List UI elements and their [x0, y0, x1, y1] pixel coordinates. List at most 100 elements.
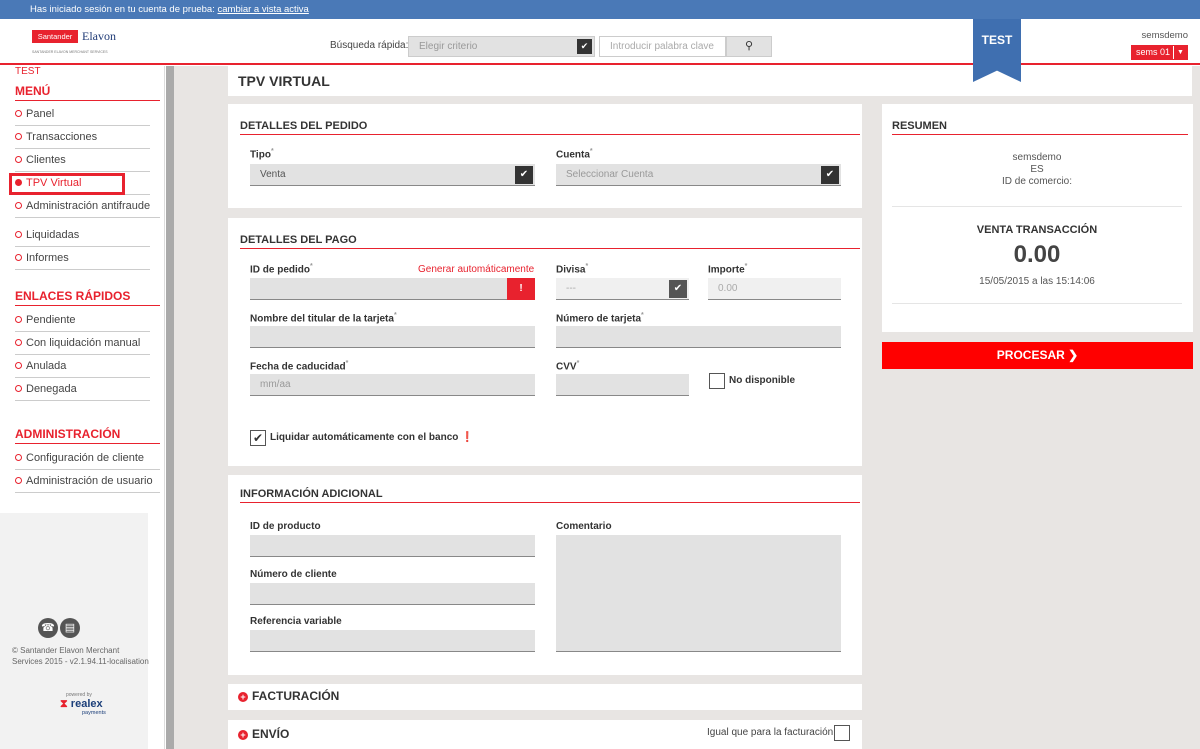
amount-input[interactable]: 0.00	[708, 278, 841, 300]
summary-transaction-type: VENTA TRANSACCIÓN	[976, 224, 1098, 236]
circle-icon	[15, 339, 22, 346]
summary-divider	[892, 303, 1182, 304]
amount-label: Importe*	[708, 263, 748, 276]
circle-icon	[15, 202, 22, 209]
circle-icon	[15, 316, 22, 323]
billing-toggle[interactable]: + FACTURACIÓN	[238, 689, 339, 703]
sidebar-item-clients[interactable]: Clientes	[15, 150, 150, 172]
comment-textarea[interactable]	[556, 535, 841, 652]
quick-links-heading: ENLACES RÁPIDOS	[15, 289, 160, 306]
cvv-not-available-checkbox[interactable]	[709, 373, 725, 389]
admin-link-client-config[interactable]: Configuración de cliente	[15, 448, 160, 470]
auto-settle-checkbox[interactable]: ✔	[250, 430, 266, 446]
checkmark-icon: ✔	[252, 431, 264, 445]
sidebar-item-label: Pendiente	[26, 314, 76, 326]
chevron-down-icon: ✔	[577, 39, 592, 54]
summary-merchant-id: ID de comercio:	[1001, 176, 1073, 187]
search-input[interactable]: Introducir palabra clave	[599, 36, 726, 57]
circle-icon	[15, 110, 22, 117]
page-title: TPV VIRTUAL	[228, 66, 1192, 96]
summary-title: RESUMEN	[892, 120, 1188, 135]
admin-link-user-admin[interactable]: Administración de usuario	[15, 471, 160, 493]
realex-subtitle: payments	[82, 710, 106, 716]
trial-banner: Has iniciado sesión en tu cuenta de prue…	[0, 0, 1200, 19]
switch-to-live-link[interactable]: cambiar a vista activa	[218, 4, 309, 15]
card-number-input[interactable]	[556, 326, 841, 348]
currency-select[interactable]: --- ✔	[556, 278, 689, 300]
quick-link-voided[interactable]: Anulada	[15, 356, 150, 378]
order-details-title: DETALLES DEL PEDIDO	[240, 120, 860, 135]
billing-title: FACTURACIÓN	[252, 689, 340, 703]
sidebar-item-label: Panel	[26, 108, 55, 120]
cvv-label: CVV*	[556, 360, 580, 373]
search-criteria-select[interactable]: Elegir criterio ✔	[408, 36, 595, 57]
order-id-label: ID de pedido*	[250, 263, 313, 276]
circle-icon	[15, 156, 22, 163]
account-label: Cuenta*	[556, 148, 593, 161]
sidebar-item-label: Liquidadas	[26, 229, 80, 241]
product-id-input[interactable]	[250, 535, 535, 557]
sidebar-item-panel[interactable]: Panel	[15, 104, 150, 126]
account-select[interactable]: Seleccionar Cuenta ✔	[556, 164, 841, 186]
sidebar-item-label: Administración antifraude	[26, 200, 151, 212]
quick-link-declined[interactable]: Denegada	[15, 379, 150, 401]
quick-link-manual-settlement[interactable]: Con liquidación manual	[15, 333, 150, 355]
trial-banner-text: Has iniciado sesión en tu cuenta de prue…	[30, 4, 215, 15]
type-value: Venta	[260, 169, 286, 180]
customer-number-input[interactable]	[250, 583, 535, 605]
payment-details-title: DETALLES DEL PAGO	[240, 234, 860, 249]
comment-label: Comentario	[556, 521, 612, 532]
circle-icon	[15, 362, 22, 369]
search-criteria-value: Elegir criterio	[419, 41, 478, 52]
info-icon[interactable]: !	[507, 278, 535, 300]
quick-link-pending[interactable]: Pendiente	[15, 310, 150, 332]
administration-heading: ADMINISTRACIÓN	[15, 427, 160, 444]
chevron-down-icon: ✔	[669, 280, 687, 298]
summary-divider	[892, 206, 1182, 207]
sidebar-item-transactions[interactable]: Transacciones	[15, 127, 150, 149]
additional-info-title: INFORMACIÓN ADICIONAL	[240, 488, 860, 503]
cvv-input[interactable]	[556, 374, 689, 396]
sidebar-item-label: Con liquidación manual	[26, 337, 141, 349]
sidebar-item-label: Clientes	[26, 154, 66, 166]
summary-amount: 0.00	[1013, 241, 1061, 268]
process-button[interactable]: PROCESAR ❯	[882, 342, 1193, 369]
sidebar-splitter[interactable]	[166, 66, 174, 749]
realex-wordmark: realex	[70, 698, 103, 710]
santander-logo: Santander	[32, 30, 78, 43]
caret-down-icon: ▼	[1173, 46, 1187, 59]
same-as-billing-label: Igual que para la facturación	[707, 727, 834, 738]
chat-icon[interactable]: ▤	[60, 618, 80, 638]
account-selector[interactable]: sems 01 ▼	[1131, 45, 1188, 60]
auto-settle-label: Liquidar automáticamente con el banco ❗	[270, 432, 474, 443]
type-select[interactable]: Venta ✔	[250, 164, 535, 186]
circle-icon	[15, 477, 22, 484]
sidebar-item-label: Denegada	[26, 383, 77, 395]
same-as-billing-checkbox[interactable]	[834, 725, 850, 741]
account-placeholder: Seleccionar Cuenta	[566, 169, 654, 180]
variable-reference-input[interactable]	[250, 630, 535, 652]
sidebar-item-reports[interactable]: Informes	[15, 248, 150, 270]
circle-icon	[15, 454, 22, 461]
search-button[interactable]: ⚲	[726, 36, 772, 57]
sidebar-item-settled[interactable]: Liquidadas	[15, 225, 150, 247]
circle-icon	[15, 231, 22, 238]
product-id-label: ID de producto	[250, 521, 321, 532]
cardholder-input[interactable]	[250, 326, 535, 348]
shipping-toggle[interactable]: + ENVÍO	[238, 727, 289, 741]
info-icon[interactable]: ❗	[461, 432, 473, 443]
auto-generate-link[interactable]: Generar automáticamente	[418, 264, 534, 275]
shipping-title: ENVÍO	[252, 727, 290, 741]
circle-icon	[15, 133, 22, 140]
elavon-logo: Elavon	[82, 29, 116, 43]
expiry-input[interactable]: mm/aa	[250, 374, 535, 396]
circle-icon	[15, 385, 22, 392]
phone-icon[interactable]: ☎	[38, 618, 58, 638]
sidebar-item-fraud-admin[interactable]: Administración antifraude	[15, 196, 160, 218]
user-name: semsdemo	[1141, 30, 1188, 41]
chevron-right-icon: ❯	[1068, 348, 1079, 362]
order-id-input[interactable]: !	[250, 278, 535, 300]
expand-icon: +	[238, 692, 248, 702]
account-label: sems 01	[1136, 47, 1171, 57]
summary-merchant: semsdemo	[1012, 152, 1062, 163]
